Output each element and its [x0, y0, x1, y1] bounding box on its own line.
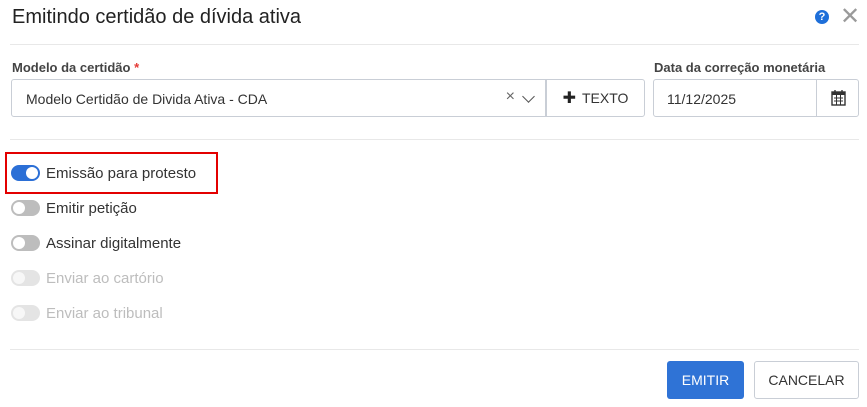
close-icon[interactable]: ✕: [840, 4, 860, 30]
data-input-value: 11/12/2025: [667, 91, 737, 107]
toggle-switch[interactable]: [11, 165, 40, 181]
toggle-label: Emitir petição: [46, 199, 137, 217]
toggle-label: Enviar ao tribunal: [46, 304, 163, 322]
toggle-label: Assinar digitalmente: [46, 234, 182, 252]
data-label: Data da correção monetária: [654, 60, 826, 75]
toggle-row-protesto[interactable]: Emissão para protesto: [11, 162, 196, 184]
emitir-button[interactable]: EMITIR: [667, 361, 744, 399]
toggle-switch[interactable]: [11, 235, 40, 251]
help-icon[interactable]: ?: [815, 10, 829, 24]
plus-icon: ✚: [562, 90, 576, 107]
calendar-icon: [831, 90, 846, 106]
texto-button-label: TEXTO: [581, 90, 629, 106]
form-divider: [10, 139, 859, 140]
texto-button[interactable]: ✚ TEXTO: [546, 79, 645, 117]
data-input[interactable]: 11/12/2025: [653, 79, 817, 117]
toggle-row-assinar[interactable]: Assinar digitalmente: [11, 232, 181, 254]
dialog-title: Emitindo certidão de dívida ativa: [12, 6, 302, 28]
modelo-label: Modelo da certidão *: [12, 60, 139, 75]
toggle-switch[interactable]: [11, 200, 40, 216]
toggle-switch: [11, 270, 40, 286]
toggle-switch: [11, 305, 40, 321]
toggle-row-cartorio: Enviar ao cartório: [11, 267, 164, 289]
modelo-select-value: Modelo Certidão de Divida Ativa - CDA: [26, 91, 268, 107]
calendar-button[interactable]: [816, 79, 859, 117]
modelo-label-text: Modelo da certidão: [12, 60, 131, 75]
toggle-row-tribunal: Enviar ao tribunal: [11, 302, 163, 324]
chevron-down-icon[interactable]: [522, 90, 535, 103]
cancelar-button[interactable]: CANCELAR: [754, 361, 859, 399]
toggle-label: Emissão para protesto: [46, 164, 197, 182]
required-mark: *: [134, 60, 140, 75]
clear-icon[interactable]: ×: [506, 88, 515, 106]
toggle-label: Enviar ao cartório: [46, 269, 164, 287]
modelo-select[interactable]: Modelo Certidão de Divida Ativa - CDA ×: [11, 79, 546, 117]
header-divider: [10, 44, 859, 45]
toggle-row-peticao[interactable]: Emitir petição: [11, 197, 137, 219]
footer-divider: [10, 349, 859, 350]
